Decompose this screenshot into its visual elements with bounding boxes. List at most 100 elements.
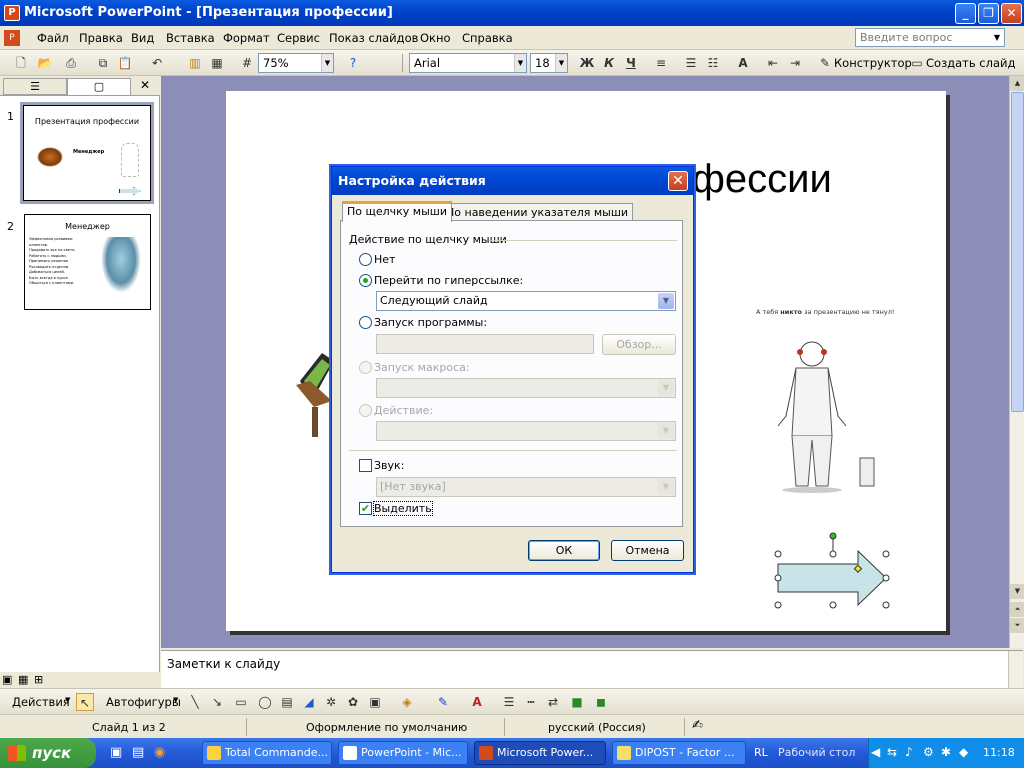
chevron-left-icon[interactable]: ◀ [871, 745, 880, 759]
scroll-up-icon[interactable]: ▲ [1010, 76, 1024, 91]
network-icon[interactable]: ⇆ [887, 745, 897, 759]
fill-color-icon[interactable]: ◈ [398, 693, 416, 711]
zoom-select[interactable]: 75% ▼ [258, 53, 334, 73]
bulleted-list-icon[interactable]: ☷ [704, 54, 722, 72]
shield-icon[interactable]: ◆ [959, 745, 968, 759]
tab-slides[interactable]: ▢ [67, 78, 131, 95]
shadow-icon[interactable]: ■ [568, 693, 586, 711]
chevron-down-icon[interactable]: ▼ [555, 54, 567, 72]
settings-icon[interactable]: ⚙ [923, 745, 934, 759]
align-left-icon[interactable]: ≡ [652, 54, 670, 72]
wordart-icon[interactable]: ◢ [300, 693, 318, 711]
previous-slide-icon[interactable]: ⏶ [1010, 602, 1024, 617]
slide-sorter-icon[interactable]: ▦ [18, 673, 28, 686]
open-icon[interactable]: 📂 [36, 54, 54, 72]
task-powerpoint-2[interactable]: Microsoft Power... [474, 741, 606, 765]
font-select[interactable]: Arial ▼ [409, 53, 527, 73]
slideshow-view-icon[interactable]: ⊞ [34, 673, 43, 686]
underline-button[interactable]: Ч [622, 54, 640, 72]
chart-icon[interactable]: ▥ [186, 54, 204, 72]
arrow-shape-selected[interactable] [774, 531, 894, 611]
tab-outline[interactable]: ☰ [3, 78, 67, 95]
arrow-icon[interactable]: ↘ [208, 693, 226, 711]
ok-button[interactable]: ОК [528, 540, 600, 561]
language-indicator[interactable]: RL [754, 746, 768, 759]
start-button[interactable]: пуск [0, 738, 96, 768]
menu-edit[interactable]: Правка [79, 31, 123, 45]
grid-icon[interactable]: # [238, 54, 256, 72]
menu-view[interactable]: Вид [131, 31, 154, 45]
menu-help[interactable]: Справка [462, 31, 513, 45]
hyperlink-select[interactable]: Следующий слайд ▼ [376, 291, 676, 311]
close-icon[interactable]: ✕ [140, 78, 150, 92]
menu-format[interactable]: Формат [223, 31, 270, 45]
menu-file[interactable]: Файл [37, 31, 69, 45]
close-button[interactable]: ✕ [1001, 3, 1022, 24]
menu-insert[interactable]: Вставка [166, 31, 215, 45]
scroll-down-icon[interactable]: ▼ [1010, 584, 1024, 599]
close-icon[interactable]: ✕ [668, 171, 688, 191]
font-color-icon[interactable]: A [468, 693, 486, 711]
radio-hyperlink[interactable] [359, 274, 372, 287]
explorer-icon[interactable]: ▤ [132, 745, 144, 760]
decrease-indent-icon[interactable]: ⇤ [764, 54, 782, 72]
table-icon[interactable]: ▦ [208, 54, 226, 72]
tab-mouse-click[interactable]: По щелчку мыши [342, 201, 453, 222]
numbered-list-icon[interactable]: ☰ [682, 54, 700, 72]
line-style-icon[interactable]: ☰ [500, 693, 518, 711]
task-dipost[interactable]: DIPOST - Factor ... [612, 741, 746, 765]
line-color-icon[interactable]: ✎ [434, 693, 452, 711]
textbox-icon[interactable]: ▤ [278, 693, 296, 711]
chevron-down-icon[interactable]: ▼ [990, 29, 1004, 46]
designer-icon[interactable]: ✎ [816, 54, 834, 72]
font-size-select[interactable]: 18 ▼ [530, 53, 568, 73]
copy-icon[interactable]: ⧉ [94, 54, 112, 72]
chevron-down-icon[interactable]: ▼ [658, 293, 674, 309]
ask-question-box[interactable]: Введите вопрос ▼ [855, 28, 1005, 47]
document-icon[interactable]: P [4, 30, 20, 46]
checkbox-sound[interactable] [359, 459, 372, 472]
autoshapes-menu[interactable]: Автофигуры [106, 695, 181, 709]
task-powerpoint-1[interactable]: PowerPoint - Mic... [338, 741, 468, 765]
slide-thumbnail-1[interactable]: Презентация профессии Менеджер [20, 102, 154, 204]
notes-pane[interactable]: Заметки к слайду [161, 650, 1023, 689]
scroll-thumb[interactable] [1011, 92, 1024, 412]
3d-icon[interactable]: ◼ [592, 693, 610, 711]
clipart-icon[interactable]: ✿ [344, 693, 362, 711]
browser-icon[interactable]: ◉ [154, 745, 165, 760]
rectangle-icon[interactable]: ▭ [232, 693, 250, 711]
vertical-scrollbar[interactable]: ▲ ▼ ⏶ ⏷ [1009, 76, 1024, 648]
chevron-down-icon[interactable]: ▼ [321, 54, 333, 72]
radio-run-program[interactable] [359, 316, 372, 329]
designer-button[interactable]: Конструктор [834, 56, 912, 70]
task-total-commander[interactable]: Total Commande... [202, 741, 332, 765]
volume-icon[interactable]: ♪ [905, 745, 913, 759]
font-grow-icon[interactable]: A [734, 54, 752, 72]
slide-thumbnail-2[interactable]: Менеджер Эффективно развиваю клиентов. П… [24, 214, 151, 310]
slide-title[interactable]: фессии [692, 157, 832, 202]
arrow-style-icon[interactable]: ⇄ [544, 693, 562, 711]
menu-tools[interactable]: Сервис [277, 31, 320, 45]
normal-view-icon[interactable]: ▣ [2, 673, 12, 686]
oval-icon[interactable]: ◯ [256, 693, 274, 711]
radio-none[interactable] [359, 253, 372, 266]
chevron-down-icon[interactable]: ▼ [514, 54, 526, 72]
picture-icon[interactable]: ▣ [366, 693, 384, 711]
new-slide-button[interactable]: Создать слайд [926, 56, 1015, 70]
checkbox-sound-label[interactable]: Звук: [374, 459, 404, 472]
menu-slideshow[interactable]: Показ слайдов [329, 31, 418, 45]
checkbox-highlight-label[interactable]: Выделить [373, 501, 433, 516]
line-icon[interactable]: ╲ [186, 693, 204, 711]
restore-button[interactable]: ❐ [978, 3, 999, 24]
new-icon[interactable]: 🗋 [12, 54, 30, 72]
desktop-toolbar-label[interactable]: Рабочий стол [778, 746, 855, 759]
print-icon[interactable]: ⎙ [62, 54, 80, 72]
paste-icon[interactable]: 📋 [116, 54, 134, 72]
notes-scrollbar[interactable] [1008, 651, 1023, 689]
radio-run-program-label[interactable]: Запуск программы: [374, 316, 487, 329]
italic-button[interactable]: К [600, 54, 618, 72]
dash-style-icon[interactable]: ┅ [522, 693, 540, 711]
new-slide-icon[interactable]: ▭ [908, 54, 926, 72]
menu-window[interactable]: Окно [420, 31, 451, 45]
diagram-icon[interactable]: ✲ [322, 693, 340, 711]
